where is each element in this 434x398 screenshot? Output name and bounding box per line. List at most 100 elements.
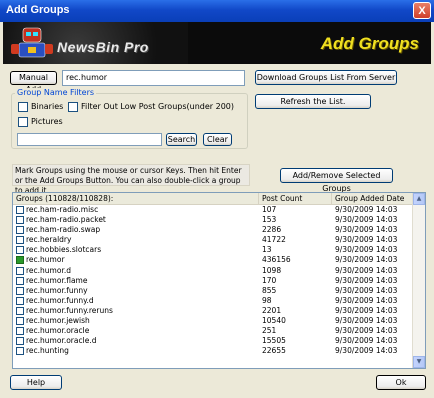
binaries-checkbox[interactable] [18, 102, 28, 112]
added-date: 9/30/2009 14:03 [335, 316, 398, 326]
table-row[interactable]: rec.humor.oracle.d 15505 9/30/2009 14:03 [13, 336, 415, 346]
row-checkbox[interactable] [16, 276, 24, 285]
row-checkbox[interactable] [16, 296, 24, 305]
list-header: Groups (110828/110828): Post Count Group… [13, 193, 415, 205]
binaries-label: Binaries [31, 102, 64, 111]
group-name: rec.humor.jewish [26, 316, 90, 326]
table-row[interactable]: rec.ham-radio.misc 107 9/30/2009 14:03 [13, 205, 415, 215]
help-button[interactable]: Help [10, 375, 62, 390]
group-name: rec.humor.d [26, 265, 71, 275]
row-checkbox[interactable] [16, 317, 24, 326]
added-date: 9/30/2009 14:03 [335, 295, 398, 305]
row-checkbox[interactable] [16, 246, 24, 255]
added-date: 9/30/2009 14:03 [335, 245, 398, 255]
table-row[interactable]: rec.humor.oracle 251 9/30/2009 14:03 [13, 326, 415, 336]
column-header-post-count[interactable]: Post Count [259, 193, 332, 204]
table-row[interactable]: rec.humor.funny.reruns 2201 9/30/2009 14:0… [13, 306, 415, 316]
added-date: 9/30/2009 14:03 [335, 255, 398, 265]
added-date: 9/30/2009 14:03 [335, 235, 398, 245]
row-checkbox[interactable] [16, 337, 24, 346]
clear-button[interactable]: Clear [203, 133, 232, 146]
banner: NewsBin Pro Add Groups [3, 22, 431, 64]
table-row[interactable]: rec.ham-radio.swap 2286 9/30/2009 14:03 [13, 225, 415, 235]
pictures-label: Pictures [31, 117, 63, 126]
search-input[interactable] [17, 133, 162, 146]
group-name: rec.humor.oracle [26, 326, 90, 336]
post-count: 855 [262, 285, 277, 295]
post-count: 41722 [262, 235, 286, 245]
added-date: 9/30/2009 14:03 [335, 285, 398, 295]
download-groups-button[interactable]: Download Groups List From Server [255, 70, 397, 85]
added-date: 9/30/2009 14:03 [335, 265, 398, 275]
close-button[interactable]: X [413, 2, 431, 19]
post-count: 2286 [262, 225, 282, 235]
post-count: 153 [262, 215, 277, 225]
logo-area: NewsBin Pro [3, 22, 188, 64]
table-row[interactable]: rec.humor.d 1098 9/30/2009 14:03 [13, 266, 415, 276]
group-name: rec.humor.funny [26, 285, 88, 295]
pictures-checkbox[interactable] [18, 117, 28, 127]
instructions-text: Mark Groups using the mouse or cursor Ke… [12, 164, 250, 195]
manual-add-button[interactable]: Manual Add [10, 71, 57, 94]
group-name: rec.humor [26, 255, 65, 265]
column-header-groups[interactable]: Groups (110828/110828): [13, 193, 259, 204]
row-checkbox[interactable] [16, 216, 24, 225]
table-row[interactable]: rec.ham-radio.packet 153 9/30/2009 14:03 [13, 215, 415, 225]
post-count: 251 [262, 326, 277, 336]
table-row[interactable]: rec.hunting 22655 9/30/2009 14:03 [13, 346, 415, 356]
title-bar: Add Groups X [0, 0, 434, 22]
row-checkbox[interactable] [16, 236, 24, 245]
post-count: 436156 [262, 255, 291, 265]
filters-legend: Group Name Filters [15, 88, 97, 97]
table-row[interactable]: rec.humor.funny 855 9/30/2009 14:03 [13, 286, 415, 296]
scroll-down-arrow-icon[interactable]: ▼ [413, 356, 425, 368]
table-row[interactable]: rec.humor.flame 170 9/30/2009 14:03 [13, 276, 415, 286]
added-date: 9/30/2009 14:03 [335, 336, 398, 346]
window-title: Add Groups [6, 4, 70, 16]
ok-button[interactable]: Ok [376, 375, 426, 390]
table-row[interactable]: rec.humor.funny.d 98 9/30/2009 14:03 [13, 296, 415, 306]
group-name: rec.heraldry [26, 235, 72, 245]
vertical-scrollbar[interactable]: ▲ ▼ [412, 193, 425, 368]
group-name: rec.hunting [26, 346, 69, 356]
added-date: 9/30/2009 14:03 [335, 326, 398, 336]
low-post-filter-checkbox[interactable] [68, 102, 78, 112]
added-date: 9/30/2009 14:03 [335, 215, 398, 225]
post-count: 10540 [262, 316, 286, 326]
row-checkbox[interactable] [16, 286, 24, 295]
table-row[interactable]: rec.humor 436156 9/30/2009 14:03 [13, 255, 415, 265]
row-checkbox[interactable] [16, 327, 24, 336]
row-checkbox[interactable] [16, 266, 24, 275]
group-name: rec.humor.funny.reruns [26, 305, 113, 315]
search-button[interactable]: Search [166, 133, 197, 146]
post-count: 13 [262, 245, 272, 255]
added-date: 9/30/2009 14:03 [335, 225, 398, 235]
refresh-list-button[interactable]: Refresh the List. [255, 94, 371, 109]
low-post-filter-label: Filter Out Low Post Groups(under 200) [81, 102, 234, 111]
manual-add-input[interactable]: rec.humor [62, 70, 245, 86]
post-count: 98 [262, 295, 272, 305]
row-checkbox[interactable] [16, 256, 24, 265]
table-row[interactable]: rec.humor.jewish 10540 9/30/2009 14:03 [13, 316, 415, 326]
post-count: 170 [262, 275, 277, 285]
table-row[interactable]: rec.hobbies.slotcars 13 9/30/2009 14:03 [13, 245, 415, 255]
banner-title: Add Groups [320, 34, 419, 53]
post-count: 15505 [262, 336, 286, 346]
scroll-up-arrow-icon[interactable]: ▲ [413, 193, 425, 205]
group-name: rec.humor.flame [26, 275, 88, 285]
post-count: 107 [262, 205, 277, 214]
groups-list[interactable]: Groups (110828/110828): Post Count Group… [12, 192, 426, 369]
group-name: rec.humor.funny.d [26, 295, 94, 305]
row-checkbox[interactable] [16, 206, 24, 214]
list-rows: rec.ham-radio.misc 107 9/30/2009 14:03 rec.… [13, 205, 415, 356]
row-checkbox[interactable] [16, 347, 24, 356]
post-count: 1098 [262, 265, 282, 275]
add-remove-selected-button[interactable]: Add/Remove Selected Groups [280, 168, 393, 193]
table-row[interactable]: rec.heraldry 41722 9/30/2009 14:03 [13, 235, 415, 245]
added-date: 9/30/2009 14:03 [335, 275, 398, 285]
row-checkbox[interactable] [16, 226, 24, 235]
group-name: rec.ham-radio.packet [26, 215, 106, 225]
row-checkbox[interactable] [16, 306, 24, 315]
column-header-added-date[interactable]: Group Added Date [332, 193, 415, 204]
added-date: 9/30/2009 14:03 [335, 205, 398, 214]
